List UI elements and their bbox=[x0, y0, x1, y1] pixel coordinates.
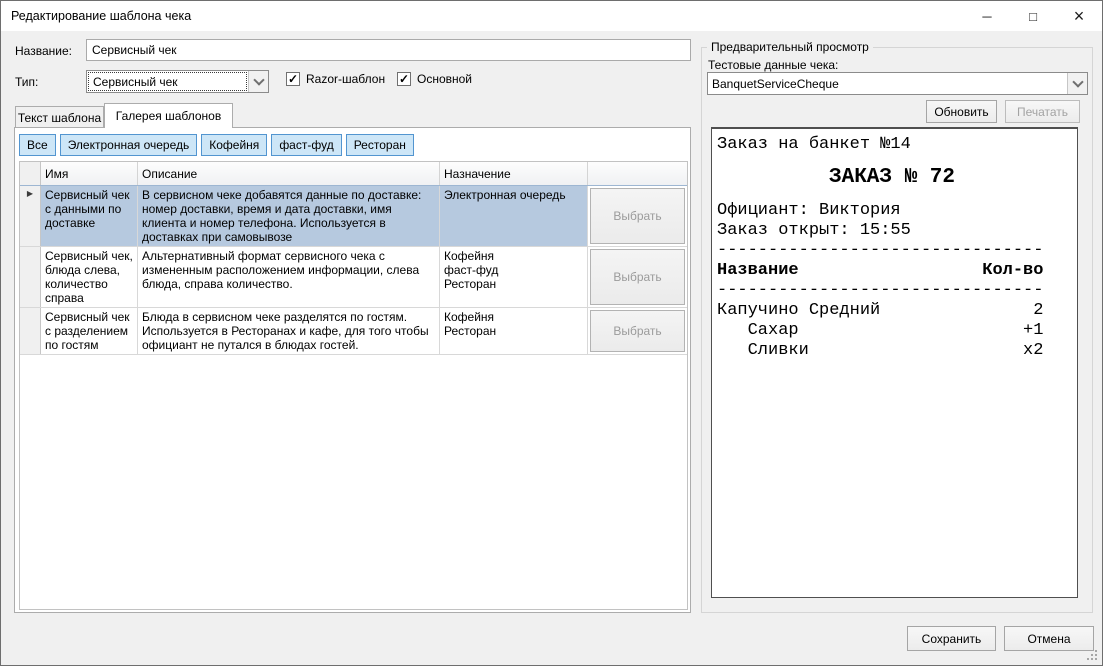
receipt-separator: -------------------------------- bbox=[717, 281, 1077, 301]
resize-grip-dots-icon bbox=[1095, 658, 1097, 660]
cancel-button[interactable]: Отмена bbox=[1004, 626, 1094, 651]
close-button[interactable]: × bbox=[1056, 1, 1102, 31]
chevron-down-icon bbox=[1072, 76, 1083, 87]
receipt-banquet-line: Заказ на банкет №14 bbox=[717, 135, 1077, 155]
chevron-down-icon bbox=[253, 74, 264, 85]
gallery-filter-bar: Все Электронная очередь Кофейня фаст-фуд… bbox=[19, 134, 414, 156]
test-data-label: Тестовые данные чека: bbox=[708, 58, 838, 72]
maximize-icon: □ bbox=[1029, 9, 1037, 24]
table-row[interactable]: Сервисный чек с разделением по гостям Бл… bbox=[20, 308, 687, 355]
tab-label: Текст шаблона bbox=[18, 111, 101, 125]
select-template-button[interactable]: Выбрать bbox=[590, 249, 685, 305]
razor-template-checkbox[interactable]: ✓ Razor-шаблон bbox=[286, 72, 385, 86]
type-label: Тип: bbox=[15, 75, 38, 89]
template-purpose-cell: Электронная очередь bbox=[440, 186, 588, 246]
save-button[interactable]: Сохранить bbox=[907, 626, 996, 651]
titlebar-buttons: ─ □ × bbox=[964, 1, 1102, 31]
tab-template-text[interactable]: Текст шаблона bbox=[15, 106, 104, 128]
filter-all-button[interactable]: Все bbox=[19, 134, 56, 156]
type-combobox-value: Сервисный чек bbox=[88, 72, 247, 91]
receipt-columns-header: Название Кол-во bbox=[717, 261, 1077, 281]
receipt-order-title: ЗАКАЗ № 72 bbox=[717, 165, 1067, 191]
razor-template-checkbox-label: Razor-шаблон bbox=[306, 72, 385, 86]
minimize-button[interactable]: ─ bbox=[964, 1, 1010, 31]
name-label: Название: bbox=[15, 44, 72, 58]
type-combobox[interactable]: Сервисный чек bbox=[86, 70, 269, 93]
test-data-combobox-value: BanquetServiceCheque bbox=[708, 73, 1067, 94]
template-description-cell: В сервисном чеке добавятся данные по дос… bbox=[138, 186, 440, 246]
template-name-cell: Сервисный чек, блюда слева, количество с… bbox=[41, 247, 138, 307]
template-action-cell: Выбрать bbox=[588, 186, 687, 246]
template-name-input[interactable] bbox=[86, 39, 691, 61]
template-name-cell: Сервисный чек с данными по доставке bbox=[41, 186, 138, 246]
checkbox-check-icon: ✓ bbox=[397, 72, 411, 86]
select-template-button[interactable]: Выбрать bbox=[590, 188, 685, 244]
receipt-separator: -------------------------------- bbox=[717, 241, 1077, 261]
column-header-name[interactable]: Имя bbox=[41, 162, 138, 185]
column-header-purpose[interactable]: Назначение bbox=[440, 162, 588, 185]
close-icon: × bbox=[1074, 11, 1085, 21]
print-button[interactable]: Печатать bbox=[1005, 100, 1080, 123]
main-template-checkbox[interactable]: ✓ Основной bbox=[397, 72, 472, 86]
refresh-button[interactable]: Обновить bbox=[926, 100, 997, 123]
current-row-arrow-icon: ▶ bbox=[27, 190, 33, 246]
window-title: Редактирование шаблона чека bbox=[11, 9, 191, 23]
filter-equeue-button[interactable]: Электронная очередь bbox=[60, 134, 198, 156]
test-data-combobox[interactable]: BanquetServiceCheque bbox=[707, 72, 1088, 95]
column-header-description[interactable]: Описание bbox=[138, 162, 440, 185]
column-header-actions bbox=[588, 162, 687, 185]
tab-label: Галерея шаблонов bbox=[116, 109, 221, 123]
row-selector-cell[interactable] bbox=[20, 247, 41, 307]
template-gallery-panel: Все Электронная очередь Кофейня фаст-фуд… bbox=[14, 127, 691, 613]
preview-group-label: Предварительный просмотр bbox=[707, 40, 873, 54]
checkbox-check-icon: ✓ bbox=[286, 72, 300, 86]
template-description-cell: Альтернативный формат сервисного чека с … bbox=[138, 247, 440, 307]
template-purpose-cell: Кофейня фаст-фуд Ресторан bbox=[440, 247, 588, 307]
row-selector-cell[interactable]: ▶ bbox=[20, 186, 41, 246]
templates-table: Имя Описание Назначение ▶ Сервисный чек … bbox=[19, 161, 688, 610]
tab-template-gallery[interactable]: Галерея шаблонов bbox=[104, 103, 233, 128]
test-data-dropdown-button[interactable] bbox=[1067, 73, 1087, 94]
filter-fastfood-button[interactable]: фаст-фуд bbox=[271, 134, 341, 156]
resize-grip[interactable] bbox=[1085, 648, 1097, 660]
template-action-cell: Выбрать bbox=[588, 247, 687, 307]
filter-restaurant-button[interactable]: Ресторан bbox=[346, 134, 414, 156]
receipt-preview: Заказ на банкет №14 ЗАКАЗ № 72 Официант:… bbox=[711, 127, 1078, 598]
receipt-item-lines: Капучино Средний 2 Сахар +1 Сливки x2 bbox=[717, 301, 1077, 361]
maximize-button[interactable]: □ bbox=[1010, 1, 1056, 31]
filter-coffee-button[interactable]: Кофейня bbox=[201, 134, 267, 156]
main-template-checkbox-label: Основной bbox=[417, 72, 472, 86]
type-combobox-dropdown-button[interactable] bbox=[248, 71, 268, 92]
template-name-cell: Сервисный чек с разделением по гостям bbox=[41, 308, 138, 354]
template-description-cell: Блюда в сервисном чеке разделятся по гос… bbox=[138, 308, 440, 354]
titlebar[interactable]: Редактирование шаблона чека ─ □ × bbox=[1, 1, 1102, 31]
template-action-cell: Выбрать bbox=[588, 308, 687, 354]
receipt-info-lines: Официант: Виктория Заказ открыт: 15:55 bbox=[717, 201, 1077, 241]
row-selector-header-cell bbox=[20, 162, 41, 185]
table-header-row: Имя Описание Назначение bbox=[20, 162, 687, 186]
row-selector-cell[interactable] bbox=[20, 308, 41, 354]
table-row[interactable]: Сервисный чек, блюда слева, количество с… bbox=[20, 247, 687, 308]
minimize-icon: ─ bbox=[982, 9, 991, 24]
select-template-button[interactable]: Выбрать bbox=[590, 310, 685, 352]
template-purpose-cell: Кофейня Ресторан bbox=[440, 308, 588, 354]
edit-cheque-template-dialog: Редактирование шаблона чека ─ □ × Назван… bbox=[0, 0, 1103, 666]
table-row[interactable]: ▶ Сервисный чек с данными по доставке В … bbox=[20, 186, 687, 247]
